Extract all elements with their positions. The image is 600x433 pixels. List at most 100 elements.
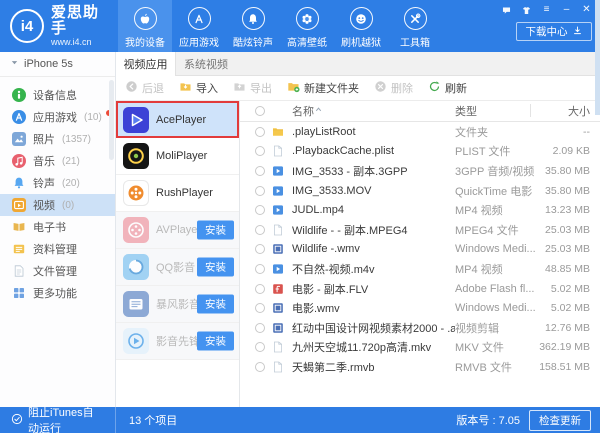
- row-checkbox[interactable]: [255, 303, 265, 313]
- sidebar: iPhone 5s 设备信息 应用游戏 (10): [0, 52, 116, 407]
- row-checkbox[interactable]: [255, 264, 265, 274]
- nav-icon: [188, 7, 211, 30]
- sidebar-item-more[interactable]: 更多功能: [0, 282, 115, 304]
- download-icon: [572, 25, 583, 39]
- sidebar-item-icon: [12, 264, 26, 278]
- window-controls: ≡ – ✕: [501, 4, 592, 16]
- file-type-icon: [272, 165, 284, 177]
- file-row[interactable]: 红动中国设计网视频素材2000 - .avi 视频剪辑 12.76 MB: [240, 318, 600, 338]
- app-logo[interactable]: i4 爱思助手 www.i4.cn: [0, 0, 118, 52]
- sidebar-item-app-games[interactable]: 应用游戏 (10): [0, 106, 115, 128]
- column-header-type[interactable]: 类型: [455, 103, 537, 119]
- row-checkbox[interactable]: [255, 205, 265, 215]
- window-control-icon-skin[interactable]: [521, 5, 532, 16]
- nav-item-jailbreak[interactable]: 刷机越狱: [334, 0, 388, 52]
- player-app-row-avplayer[interactable]: AVPlayer 安装: [116, 212, 239, 249]
- row-checkbox[interactable]: [255, 186, 265, 196]
- app-window: i4 爱思助手 www.i4.cn 我的设备 应用游戏: [0, 0, 600, 433]
- sidebar-item-ebooks[interactable]: 电子书: [0, 216, 115, 238]
- file-row[interactable]: 不自然-视频.m4v MP4 视频 48.85 MB: [240, 259, 600, 279]
- player-app-icon: [123, 254, 149, 280]
- i4-logo-badge: i4: [10, 9, 44, 43]
- file-type-icon: [272, 283, 284, 295]
- toolbar-button-refresh[interactable]: 刷新: [428, 80, 467, 96]
- row-checkbox[interactable]: [255, 362, 265, 372]
- row-checkbox[interactable]: [255, 225, 265, 235]
- device-selector[interactable]: iPhone 5s: [0, 52, 115, 77]
- sidebar-item-photos[interactable]: 照片 (1357): [0, 128, 115, 150]
- chevron-down-icon: [10, 58, 19, 70]
- app-panel-scrollbar[interactable]: [595, 0, 600, 115]
- nav-item-ringtones[interactable]: 酷炫铃声: [226, 0, 280, 52]
- toolbar-button-import[interactable]: 导入: [179, 80, 218, 96]
- player-app-row-baofeng[interactable]: 暴风影音 安装: [116, 286, 239, 323]
- player-app-row-xfplay[interactable]: 影音先锋 安装: [116, 323, 239, 360]
- file-type-icon: [272, 322, 284, 334]
- file-type-icon: [272, 224, 284, 236]
- sidebar-item-icon: [12, 176, 26, 190]
- tab-video-apps[interactable]: 视频应用: [116, 52, 176, 76]
- file-type-icon: [272, 243, 284, 255]
- nav-item-app-games[interactable]: 应用游戏: [172, 0, 226, 52]
- toolbar-icon: [428, 80, 441, 96]
- sidebar-item-ringtones[interactable]: 铃声 (20): [0, 172, 115, 194]
- select-all-checkbox[interactable]: [255, 106, 265, 116]
- toolbar-button-delete[interactable]: 删除: [374, 80, 413, 96]
- sidebar-item-music[interactable]: 音乐 (21): [0, 150, 115, 172]
- nav-item-toolbox[interactable]: 工具箱: [388, 0, 442, 52]
- file-row[interactable]: IMG_3533 - 副本.3GPP 3GPP 音频/视频 35.80 MB: [240, 161, 600, 181]
- file-row[interactable]: Wildlife -.wmv Windows Medi... 25.03 MB: [240, 240, 600, 260]
- toolbar-button-export[interactable]: 导出: [233, 80, 272, 96]
- player-app-row-aceplayer[interactable]: AcePlayer: [116, 101, 239, 138]
- sidebar-item-device-info[interactable]: 设备信息: [0, 84, 115, 106]
- window-control-icon-close[interactable]: ✕: [581, 5, 592, 16]
- file-row[interactable]: 天蝎第二季.rmvb RMVB 文件 158.51 MB: [240, 357, 600, 377]
- row-checkbox[interactable]: [255, 342, 265, 352]
- tab-system-videos[interactable]: 系统视频: [176, 52, 236, 75]
- sidebar-scrollbar[interactable]: [109, 80, 114, 160]
- row-checkbox[interactable]: [255, 146, 265, 156]
- player-app-row-rushplayer[interactable]: RushPlayer: [116, 175, 239, 212]
- nav-item-wallpapers[interactable]: 高清壁纸: [280, 0, 334, 52]
- nav-icon: [242, 7, 265, 30]
- toolbar-button-back[interactable]: 后退: [125, 80, 164, 96]
- row-checkbox[interactable]: [255, 323, 265, 333]
- file-row[interactable]: .PlaybackCache.plist PLIST 文件 2.09 KB: [240, 142, 600, 162]
- sidebar-item-file-mgmt[interactable]: 文件管理: [0, 260, 115, 282]
- player-app-row-qqplayer[interactable]: QQ影音 安装: [116, 249, 239, 286]
- column-header-size[interactable]: 大小: [537, 103, 590, 119]
- window-control-icon-menu[interactable]: ≡: [541, 5, 552, 16]
- install-button[interactable]: 安装: [197, 221, 234, 240]
- nav-item-my-device[interactable]: 我的设备: [118, 0, 172, 52]
- sidebar-item-data-mgmt[interactable]: 资料管理: [0, 238, 115, 260]
- row-checkbox[interactable]: [255, 166, 265, 176]
- player-app-icon: [123, 107, 149, 133]
- file-list-header: 名称 类型 大小: [240, 101, 600, 122]
- file-row[interactable]: 九州天空城11.720p高清.mkv MKV 文件 362.19 MB: [240, 338, 600, 358]
- install-button[interactable]: 安装: [197, 295, 234, 314]
- file-row[interactable]: .playListRoot 文件夹 --: [240, 122, 600, 142]
- download-center-button[interactable]: 下载中心: [516, 22, 592, 41]
- install-button[interactable]: 安装: [197, 332, 234, 351]
- check-update-button[interactable]: 检查更新: [529, 410, 591, 431]
- install-button[interactable]: 安装: [197, 258, 234, 277]
- block-itunes-toggle[interactable]: 阻止iTunes自动运行: [0, 407, 116, 433]
- toolbar-icon: [233, 80, 246, 96]
- sidebar-item-videos[interactable]: 视频 (0): [0, 194, 115, 216]
- file-row[interactable]: JUDL.mp4 MP4 视频 13.23 MB: [240, 200, 600, 220]
- player-app-row-moliplayer[interactable]: MoliPlayer: [116, 138, 239, 175]
- file-row[interactable]: 电影.wmv Windows Medi... 5.02 MB: [240, 298, 600, 318]
- window-control-icon-minimize[interactable]: –: [561, 5, 572, 16]
- toolbar-button-new-folder[interactable]: 新建文件夹: [287, 80, 359, 96]
- file-row[interactable]: Wildlife - - 副本.MPEG4 MPEG4 文件 25.03 MB: [240, 220, 600, 240]
- row-checkbox[interactable]: [255, 284, 265, 294]
- row-checkbox[interactable]: [255, 244, 265, 254]
- row-checkbox[interactable]: [255, 127, 265, 137]
- file-row[interactable]: IMG_3533.MOV QuickTime 电影 35.80 MB: [240, 181, 600, 201]
- file-row[interactable]: 电影 - 副本.FLV Adobe Flash fl... 5.02 MB: [240, 279, 600, 299]
- player-app-icon: [123, 217, 149, 243]
- column-header-name[interactable]: 名称: [292, 103, 314, 119]
- window-control-icon-feedback[interactable]: [501, 5, 512, 16]
- toolbar-icon: [179, 80, 192, 96]
- nav-icon: [296, 7, 319, 30]
